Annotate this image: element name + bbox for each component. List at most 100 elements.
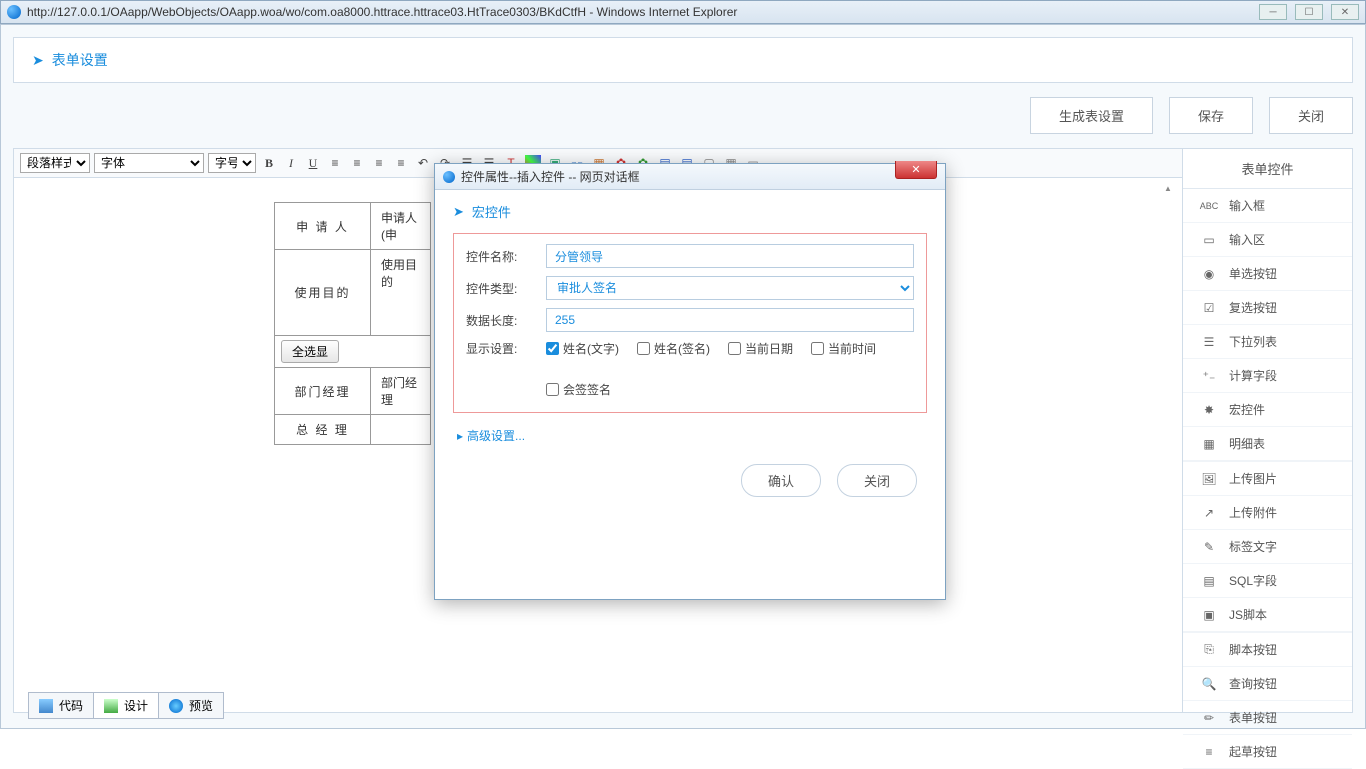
select-all-button[interactable]: 全选显 bbox=[281, 340, 339, 363]
sidebar-item-label: 下拉列表 bbox=[1229, 333, 1277, 350]
sidebar-item-label: 表单按钮 bbox=[1229, 709, 1277, 726]
sidebar-item-sql[interactable]: ▤SQL字段 bbox=[1183, 564, 1352, 598]
dept-manager-value[interactable]: 部门经理 bbox=[371, 368, 431, 415]
generate-table-button[interactable]: 生成表设置 bbox=[1030, 97, 1153, 134]
checkbox-icon: ☑ bbox=[1201, 300, 1217, 316]
chk-current-date-input[interactable] bbox=[728, 342, 741, 355]
search-icon: 🔍 bbox=[1201, 676, 1217, 692]
sidebar-item-dropdown[interactable]: ☰下拉列表 bbox=[1183, 325, 1352, 359]
advanced-settings-link[interactable]: ▸ 高级设置... bbox=[453, 413, 529, 458]
dialog-title: 控件属性--插入控件 -- 网页对话框 bbox=[461, 168, 937, 185]
sidebar-item-label: 输入框 bbox=[1229, 197, 1265, 214]
sidebar-item-label: 查询按钮 bbox=[1229, 675, 1277, 692]
sidebar-item-label: 复选按钮 bbox=[1229, 299, 1277, 316]
sidebar-item-label: 明细表 bbox=[1229, 435, 1265, 452]
attach-icon: ↗ bbox=[1201, 505, 1217, 521]
wand-icon: ✎ bbox=[1201, 539, 1217, 555]
abc-icon: ABC bbox=[1201, 198, 1217, 214]
tab-label: 预览 bbox=[189, 697, 213, 714]
sidebar-item-query-btn[interactable]: 🔍 查询按钮 bbox=[1183, 667, 1352, 701]
tab-design[interactable]: 设计 bbox=[94, 692, 159, 719]
sidebar-item-label: SQL字段 bbox=[1229, 572, 1277, 589]
grid-icon: ▦ bbox=[1201, 436, 1217, 452]
chk-countersign-input[interactable] bbox=[546, 383, 559, 396]
italic-icon[interactable]: I bbox=[282, 154, 300, 172]
paragraph-style-select[interactable]: 段落样式 bbox=[20, 153, 90, 173]
chk-countersign[interactable]: 会签签名 bbox=[546, 381, 914, 398]
sidebar-item-label: JS脚本 bbox=[1229, 606, 1267, 623]
window-minimize-button[interactable]: ─ bbox=[1259, 4, 1287, 20]
dialog-close-x-button[interactable]: ✕ bbox=[895, 161, 937, 179]
chk-name-sign-input[interactable] bbox=[637, 342, 650, 355]
chevron-right-icon: ▸ bbox=[457, 429, 463, 443]
chk-current-time-input[interactable] bbox=[811, 342, 824, 355]
sidebar-item-textarea[interactable]: ▭输入区 bbox=[1183, 223, 1352, 257]
design-icon bbox=[104, 699, 118, 713]
bottom-tabs: 代码 设计 预览 bbox=[28, 692, 224, 719]
dialog-close-button[interactable]: 关闭 bbox=[837, 464, 917, 497]
control-type-label: 控件类型: bbox=[466, 280, 534, 297]
purpose-value[interactable]: 使用目的 bbox=[371, 250, 431, 336]
sidebar-item-checkbox[interactable]: ☑ 复选按钮 bbox=[1183, 291, 1352, 325]
control-name-input[interactable] bbox=[546, 244, 914, 268]
sidebar-item-script-btn[interactable]: ⎘脚本按钮 bbox=[1183, 633, 1352, 667]
sidebar-item-input[interactable]: ABC 输入框 bbox=[1183, 189, 1352, 223]
align-left-icon[interactable]: ≡ bbox=[326, 154, 344, 172]
align-center-icon[interactable]: ≡ bbox=[348, 154, 366, 172]
sidebar-item-upload-file[interactable]: ↗上传附件 bbox=[1183, 496, 1352, 530]
chk-current-date[interactable]: 当前日期 bbox=[728, 340, 793, 357]
align-right-icon[interactable]: ≡ bbox=[370, 154, 388, 172]
dialog-fieldset: 控件名称: 控件类型: 审批人签名 数据长度: 显示设置: 姓名(文字) 姓名(… bbox=[453, 233, 927, 413]
sidebar-item-draft-btn[interactable]: ≡起草按钮 bbox=[1183, 735, 1352, 769]
dialog-ok-button[interactable]: 确认 bbox=[741, 464, 821, 497]
scroll-up-icon[interactable] bbox=[1164, 180, 1180, 200]
chk-name-sign[interactable]: 姓名(签名) bbox=[637, 340, 710, 357]
chk-name-text-input[interactable] bbox=[546, 342, 559, 355]
window-titlebar: http://127.0.0.1/OAapp/WebObjects/OAapp.… bbox=[0, 0, 1366, 24]
tab-preview[interactable]: 预览 bbox=[159, 692, 224, 719]
ie-icon bbox=[443, 171, 455, 183]
chevron-right-icon: ➤ bbox=[453, 204, 464, 220]
dialog-titlebar[interactable]: 控件属性--插入控件 -- 网页对话框 ✕ bbox=[435, 164, 945, 190]
image-icon: 🖼 bbox=[1201, 471, 1217, 487]
applicant-label: 申 请 人 bbox=[275, 203, 371, 250]
sidebar-item-label[interactable]: ✎标签文字 bbox=[1183, 530, 1352, 564]
chk-label: 当前时间 bbox=[828, 340, 876, 357]
font-family-select[interactable]: 字体 bbox=[94, 153, 204, 173]
table-row: 总 经 理 bbox=[275, 415, 431, 445]
bold-icon[interactable]: B bbox=[260, 154, 278, 172]
control-type-select[interactable]: 审批人签名 bbox=[546, 276, 914, 300]
panel-header: ➤ 表单设置 bbox=[13, 37, 1353, 83]
tab-code[interactable]: 代码 bbox=[28, 692, 94, 719]
window-close-button[interactable]: ✕ bbox=[1331, 4, 1359, 20]
sidebar-item-label: 宏控件 bbox=[1229, 401, 1265, 418]
sidebar-item-radio[interactable]: ◉单选按钮 bbox=[1183, 257, 1352, 291]
chk-label: 姓名(签名) bbox=[654, 340, 710, 357]
advanced-settings-label: 高级设置... bbox=[467, 427, 525, 444]
font-size-select[interactable]: 字号 bbox=[208, 153, 256, 173]
sidebar-item-detail-table[interactable]: ▦ 明细表 bbox=[1183, 427, 1352, 461]
sidebar-item-form-btn[interactable]: ✏ 表单按钮 bbox=[1183, 701, 1352, 735]
general-manager-value[interactable] bbox=[371, 415, 431, 445]
sidebar-item-label: 起草按钮 bbox=[1229, 743, 1277, 760]
chk-current-time[interactable]: 当前时间 bbox=[811, 340, 876, 357]
sidebar-item-calc[interactable]: ⁺₋计算字段 bbox=[1183, 359, 1352, 393]
window-maximize-button[interactable]: ☐ bbox=[1295, 4, 1323, 20]
underline-icon[interactable]: U bbox=[304, 154, 322, 172]
sidebar-title: 表单控件 bbox=[1183, 149, 1352, 189]
sidebar-item-macro[interactable]: ✸宏控件 bbox=[1183, 393, 1352, 427]
save-button[interactable]: 保存 bbox=[1169, 97, 1253, 134]
control-name-label: 控件名称: bbox=[466, 248, 534, 265]
align-justify-icon[interactable]: ≡ bbox=[392, 154, 410, 172]
applicant-value[interactable]: 申请人(申 bbox=[371, 203, 431, 250]
undo-icon[interactable]: ↶ bbox=[414, 154, 432, 172]
sidebar-item-upload-image[interactable]: 🖼上传图片 bbox=[1183, 462, 1352, 496]
pencil-icon: ✏ bbox=[1201, 710, 1217, 726]
dept-manager-label: 部门经理 bbox=[275, 368, 371, 415]
display-settings-label: 显示设置: bbox=[466, 340, 534, 357]
chk-name-text[interactable]: 姓名(文字) bbox=[546, 340, 619, 357]
data-length-input[interactable] bbox=[546, 308, 914, 332]
ie-icon bbox=[7, 5, 21, 19]
sidebar-item-js[interactable]: ▣JS脚本 bbox=[1183, 598, 1352, 632]
close-button[interactable]: 关闭 bbox=[1269, 97, 1353, 134]
